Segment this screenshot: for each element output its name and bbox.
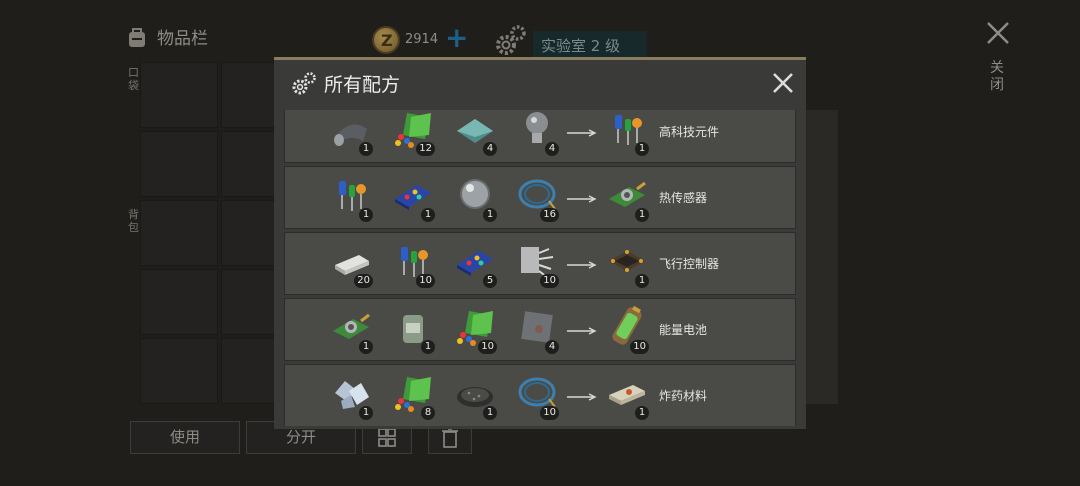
close-label[interactable]: 关闭 — [990, 60, 1008, 94]
ingredient-slot[interactable]: 4 — [447, 110, 501, 159]
ingredient-slot[interactable]: 8 — [385, 369, 439, 423]
use-button[interactable]: 使用 — [130, 421, 240, 454]
ingredient-count: 1 — [421, 208, 435, 222]
grid-icon — [378, 428, 396, 447]
ingredient-slot[interactable]: 4 — [509, 303, 563, 357]
ingredient-count: 20 — [354, 274, 373, 288]
ingredient-slot[interactable]: 10 — [447, 303, 501, 357]
output-slot[interactable]: 1 — [599, 369, 653, 423]
ingredient-slot[interactable]: 1 — [323, 369, 377, 423]
ingredient-slot[interactable]: 5 — [447, 237, 501, 291]
recipe-row[interactable]: 1 8 1 10 1 炸药材料 — [284, 364, 796, 426]
coin-balance: 2914 — [405, 32, 439, 47]
ingredient-slot[interactable]: 1 — [385, 303, 439, 357]
ingredient-slot[interactable]: 10 — [385, 237, 439, 291]
ingredient-count: 10 — [540, 406, 559, 420]
ingredient-count: 4 — [545, 340, 559, 354]
recipe-name: 热传感器 — [659, 191, 708, 205]
ingredient-slot[interactable]: 4 — [509, 110, 563, 159]
ingredient-count: 1 — [483, 208, 497, 222]
ingredient-slot[interactable]: 1 — [323, 303, 377, 357]
ingredient-count: 1 — [359, 208, 373, 222]
ingredient-slot[interactable]: 12 — [385, 110, 439, 159]
ingredient-slot[interactable]: 10 — [509, 369, 563, 423]
inventory-slot[interactable] — [140, 200, 218, 266]
inventory-slot[interactable] — [140, 338, 218, 404]
recipes-dialog: 所有配方 1 12 4 4 1 高科技元件 1 1 1 16 1 热传感器 20… — [274, 57, 806, 429]
inventory-slot[interactable] — [140, 269, 218, 335]
close-icon[interactable] — [985, 20, 1011, 46]
add-coins-button[interactable]: + — [445, 24, 468, 52]
ingredient-count: 1 — [483, 406, 497, 420]
lab-level-tag: 实验室 2 级 — [533, 31, 647, 58]
inventory-slot[interactable] — [140, 62, 218, 128]
ingredient-count: 12 — [416, 142, 435, 156]
inventory-slot[interactable] — [140, 131, 218, 197]
ingredient-count: 4 — [545, 142, 559, 156]
ingredient-slot[interactable]: 1 — [447, 171, 501, 225]
ingredient-count: 1 — [359, 340, 373, 354]
output-slot[interactable]: 1 — [599, 171, 653, 225]
output-count: 1 — [635, 142, 649, 156]
inventory-header: 物品栏 — [125, 24, 208, 49]
gears-icon — [496, 25, 526, 55]
ingredient-slot[interactable]: 1 — [385, 171, 439, 225]
recipe-name: 飞行控制器 — [659, 257, 720, 271]
ingredient-slot[interactable]: 1 — [323, 171, 377, 225]
ingredient-count: 5 — [483, 274, 497, 288]
ingredient-slot[interactable]: 16 — [509, 171, 563, 225]
output-slot[interactable]: 10 — [599, 303, 653, 357]
dialog-title: 所有配方 — [324, 74, 401, 96]
arrow-icon — [567, 195, 597, 203]
arrow-icon — [567, 261, 597, 269]
output-slot[interactable]: 1 — [599, 237, 653, 291]
recipe-name: 高科技元件 — [659, 125, 720, 139]
recipe-name: 能量电池 — [659, 323, 708, 337]
inventory-title: 物品栏 — [157, 29, 208, 49]
output-count: 1 — [635, 274, 649, 288]
ingredient-slot[interactable]: 1 — [447, 369, 501, 423]
dialog-header: 所有配方 — [274, 60, 806, 106]
arrow-icon — [567, 393, 597, 401]
recipe-name: 炸药材料 — [659, 389, 708, 403]
ingredient-count: 1 — [359, 142, 373, 156]
ingredient-count: 1 — [421, 340, 435, 354]
gears-icon — [292, 72, 316, 95]
ingredient-count: 1 — [359, 406, 373, 420]
ingredient-count: 16 — [540, 208, 559, 222]
ingredient-count: 10 — [540, 274, 559, 288]
recipe-list[interactable]: 1 12 4 4 1 高科技元件 1 1 1 16 1 热传感器 20 10 5… — [284, 110, 796, 426]
ingredient-count: 4 — [483, 142, 497, 156]
coin-icon: Z — [372, 26, 400, 54]
side-panel — [806, 110, 838, 404]
recipe-row[interactable]: 1 1 1 16 1 热传感器 — [284, 166, 796, 229]
output-slot[interactable]: 1 — [599, 110, 653, 159]
ingredient-count: 10 — [416, 274, 435, 288]
close-dialog-icon[interactable] — [772, 72, 794, 94]
backpack-icon — [129, 27, 145, 47]
ingredient-slot[interactable]: 10 — [509, 237, 563, 291]
ingredient-slot[interactable]: 1 — [323, 110, 377, 159]
ingredient-slot[interactable]: 20 — [323, 237, 377, 291]
ingredient-count: 10 — [478, 340, 497, 354]
arrow-icon — [567, 129, 597, 137]
output-count: 1 — [635, 406, 649, 420]
output-count: 1 — [635, 208, 649, 222]
recipe-row[interactable]: 1 12 4 4 1 高科技元件 — [284, 110, 796, 163]
output-count: 10 — [630, 340, 649, 354]
trash-icon — [442, 428, 458, 448]
recipe-row[interactable]: 20 10 5 10 1 飞行控制器 — [284, 232, 796, 295]
recipe-row[interactable]: 1 1 10 4 10 能量电池 — [284, 298, 796, 361]
coin-glyph: Z — [381, 31, 393, 50]
ingredient-count: 8 — [421, 406, 435, 420]
arrow-icon — [567, 327, 597, 335]
